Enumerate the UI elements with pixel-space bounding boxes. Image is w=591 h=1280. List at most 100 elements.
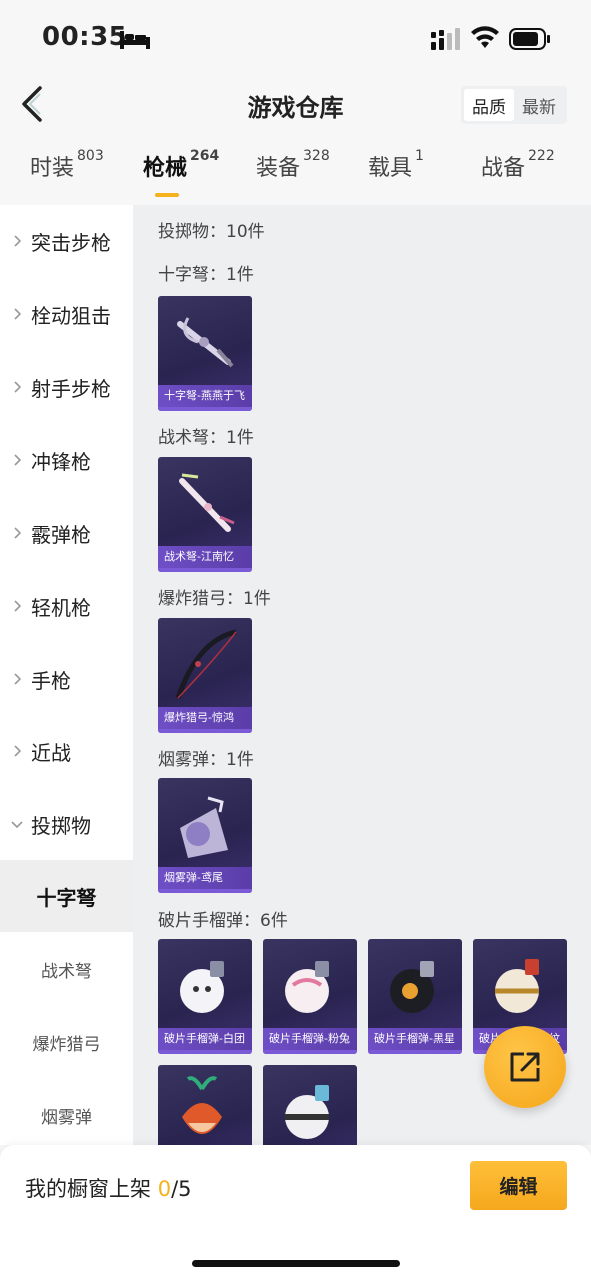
sidebar-item-label: 近战 (31, 740, 71, 765)
tab-label: 载具 (368, 156, 413, 181)
sidebar-item-marksman-rifle[interactable]: 射手步枪 (0, 351, 133, 423)
chevron-right-icon (14, 235, 22, 247)
tab-count: 1 (415, 148, 424, 164)
item-name: 破片手榴弹-白团 (158, 1028, 252, 1050)
status-time: 00:35 (42, 22, 128, 52)
sidebar-item-label: 冲锋枪 (31, 449, 91, 474)
external-link-icon (510, 1052, 540, 1082)
tab-count: 222 (528, 148, 555, 164)
home-indicator[interactable] (192, 1260, 400, 1267)
showcase-status: 我的橱窗上架 0/5 (25, 1173, 192, 1203)
sidebar-sub-explosive-bow[interactable]: 爆炸猎弓 (0, 1006, 133, 1078)
frag-grenade-image (180, 961, 224, 1013)
item-name: 十字弩-燕燕于飞 (158, 385, 252, 407)
sidebar-item-label: 突击步枪 (31, 230, 111, 255)
tab-equipment[interactable]: 装备 328 (256, 148, 330, 182)
tab-count: 328 (303, 148, 330, 164)
item-card[interactable]: 十字弩-燕燕于飞 (158, 296, 252, 411)
sidebar-item-label: 霰弹枪 (31, 522, 91, 547)
item-name: 爆炸猎弓-惊鸿 (158, 707, 252, 729)
item-grid-panel: 投掷物：10件 十字弩：1件 十字弩-燕燕于飞 战术弩：1件 战术弩-江南忆 爆… (133, 205, 591, 1145)
quality-bar (263, 1050, 357, 1054)
section-label-frag-grenade: 破片手榴弹：6件 (158, 911, 288, 931)
chevron-right-icon (14, 308, 22, 320)
item-card[interactable] (158, 1065, 252, 1145)
tab-firearms[interactable]: 枪械 264 (143, 148, 219, 182)
frag-grenade-image (182, 1076, 222, 1134)
sidebar-item-shotgun[interactable]: 霰弹枪 (0, 497, 133, 569)
crossbow-image (177, 317, 234, 368)
share-float-button[interactable] (484, 1026, 566, 1108)
showcase-current-count: 0 (157, 1177, 172, 1201)
tab-label: 装备 (256, 156, 301, 181)
sidebar-item-label: 轻机枪 (31, 595, 91, 620)
tactical-crossbow-image (179, 473, 235, 532)
frag-grenade-image (495, 959, 539, 1013)
sidebar-item-label: 手枪 (31, 668, 71, 693)
frag-grenade-image (390, 961, 434, 1013)
chevron-right-icon (14, 600, 22, 612)
battery-icon (509, 28, 550, 50)
item-card[interactable]: 战术弩-江南忆 (158, 457, 252, 572)
quality-bar (158, 889, 252, 893)
chevron-right-icon (14, 673, 22, 685)
active-tab-indicator (155, 193, 179, 197)
tab-count: 803 (77, 148, 104, 164)
item-card[interactable] (263, 1065, 357, 1145)
sleep-mode-icon (120, 31, 150, 49)
sidebar-item-lmg[interactable]: 轻机枪 (0, 570, 133, 642)
tab-supplies[interactable]: 战备 222 (481, 148, 555, 182)
sidebar-item-assault-rifle[interactable]: 突击步枪 (0, 205, 133, 277)
bottom-bar: 我的橱窗上架 0/5 编辑 (0, 1145, 591, 1280)
item-card[interactable]: 破片手榴弹-黑星 (368, 939, 462, 1054)
sidebar-item-label: 射手步枪 (31, 376, 111, 401)
sidebar-item-smg[interactable]: 冲锋枪 (0, 424, 133, 496)
showcase-total-count: /5 (171, 1177, 192, 1201)
wifi-icon (471, 26, 499, 48)
sidebar-item-bolt-sniper[interactable]: 栓动狙击 (0, 278, 133, 350)
item-card[interactable]: 破片手榴弹-白团 (158, 939, 252, 1054)
sidebar-item-label: 投掷物 (31, 813, 91, 838)
item-name: 烟雾弹-鸢尾 (158, 867, 252, 889)
quality-bar (158, 407, 252, 411)
frag-grenade-image (285, 961, 329, 1013)
item-name: 破片手榴弹-粉兔 (263, 1028, 357, 1050)
quality-bar (158, 1050, 252, 1054)
sidebar-sub-crossbow[interactable]: 十字弩 (0, 860, 133, 932)
item-card[interactable]: 烟雾弹-鸢尾 (158, 778, 252, 893)
quality-bar (368, 1050, 462, 1054)
tab-label: 时装 (30, 156, 75, 181)
tab-label: 枪械 (143, 156, 188, 181)
cellular-signal-icon (431, 28, 460, 50)
frag-grenade-image (285, 1085, 329, 1139)
sidebar-item-throwables[interactable]: 投掷物 (0, 788, 133, 860)
explosive-bow-image (175, 629, 237, 699)
section-label-smoke-grenade: 烟雾弹：1件 (158, 750, 254, 770)
tab-vehicles[interactable]: 载具 1 (368, 148, 424, 182)
sidebar-sub-smoke-grenade[interactable]: 烟雾弹 (0, 1079, 133, 1151)
section-label-tactical-crossbow: 战术弩：1件 (158, 428, 254, 448)
sidebar-sub-tactical-crossbow[interactable]: 战术弩 (0, 933, 133, 1005)
status-bar: 00:35 (0, 0, 591, 78)
quality-bar (158, 729, 252, 733)
chevron-right-icon (14, 454, 22, 466)
section-label-crossbow: 十字弩：1件 (158, 265, 254, 285)
chevron-right-icon (14, 527, 22, 539)
sidebar-item-melee[interactable]: 近战 (0, 715, 133, 787)
category-tabs: 时装 803 枪械 264 装备 328 载具 1 战备 222 (0, 148, 591, 200)
item-card[interactable]: 爆炸猎弓-惊鸿 (158, 618, 252, 733)
showcase-label: 我的橱窗上架 (25, 1177, 151, 1201)
smoke-grenade-image (180, 796, 228, 858)
item-name: 战术弩-江南忆 (158, 546, 252, 568)
item-name: 破片手榴弹-黑星 (368, 1028, 462, 1050)
sidebar-item-label: 栓动狙击 (31, 303, 111, 328)
tab-fashion[interactable]: 时装 803 (30, 148, 104, 182)
sidebar-item-pistol[interactable]: 手枪 (0, 643, 133, 715)
item-card[interactable]: 破片手榴弹-粉兔 (263, 939, 357, 1054)
category-total-label: 投掷物：10件 (158, 222, 265, 242)
sort-quality-button[interactable]: 品质 (464, 89, 514, 121)
edit-button[interactable]: 编辑 (470, 1161, 567, 1210)
chevron-right-icon (14, 381, 22, 393)
section-label-explosive-bow: 爆炸猎弓：1件 (158, 589, 271, 609)
sort-newest-button[interactable]: 最新 (514, 89, 564, 121)
